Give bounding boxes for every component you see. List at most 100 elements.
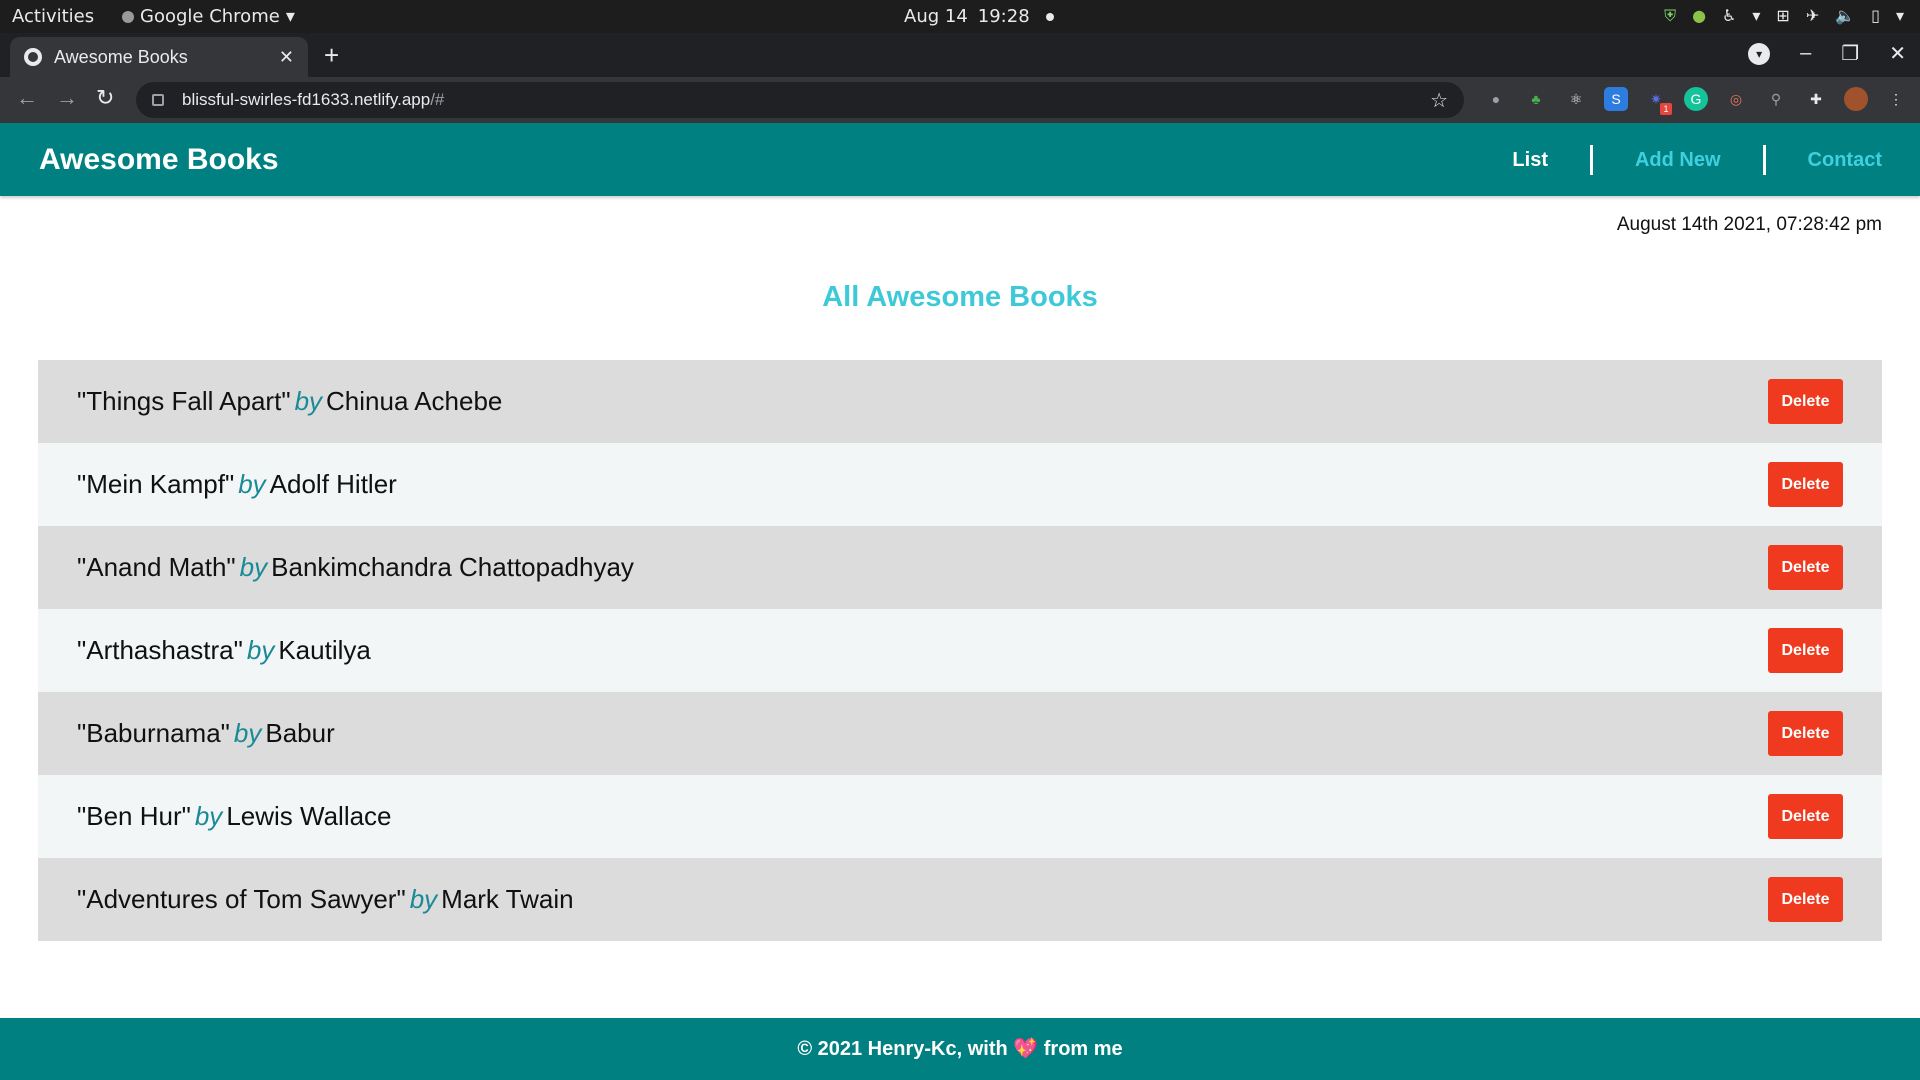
book-title: "Adventures of Tom Sawyer" [77,884,406,914]
book-title: "Things Fall Apart" [77,386,291,416]
book-list: "Things Fall Apart" by Chinua Achebe Delete… [38,360,1882,941]
tree-extension-icon[interactable]: ♣ [1524,87,1548,111]
clock[interactable]: Aug 14 19:28 [904,6,1054,27]
url-path: /# [430,90,445,109]
tab-title: Awesome Books [54,46,188,67]
book-row: "Baburnama" by Babur Delete [38,692,1882,775]
volume-icon[interactable]: 🔈 [1835,6,1855,26]
shield-icon[interactable]: ⛨ [1664,6,1676,26]
delete-button[interactable]: Delete [1768,545,1843,590]
bookmark-star-icon[interactable]: ☆ [1430,88,1448,113]
by-label: by [238,469,266,499]
airplane-icon[interactable]: ✈ [1806,6,1819,26]
by-label: by [294,386,323,416]
nav-divider [1589,145,1593,175]
book-title: "Anand Math" [77,552,236,582]
book-row: "Arthashastra" by Kautilya Delete [38,609,1882,692]
tab-search-icon[interactable]: ▾ [1748,42,1771,65]
window-controls: ▾ – ❐ ✕ [1748,41,1906,66]
restore-icon[interactable]: ❐ [1841,41,1859,66]
site-header: Awesome Books List Add New Contact [0,123,1920,196]
reload-icon[interactable]: ↻ [96,85,114,111]
chevron-down-icon: ▾ [285,6,295,27]
book-entry: "Baburnama" by Babur [77,718,335,749]
book-entry: "Ben Hur" by Lewis Wallace [77,801,392,832]
grammarly-icon[interactable]: G [1684,87,1708,111]
app-menu[interactable]: Google Chrome ▾ [122,6,295,27]
lock-icon[interactable] [152,94,164,106]
tab-awesome-books[interactable]: Awesome Books ✕ [10,37,308,77]
avatar[interactable] [1844,87,1868,111]
chrome-icon [122,10,134,23]
battery-icon[interactable]: ▯ [1871,6,1880,26]
accessibility-icon[interactable]: ♿ [1722,6,1736,26]
forward-arrow-icon[interactable]: → [56,85,78,111]
extensions-bar: ● ♣ ⚛ S ✷ 1 G ◎ ⚲ ✚ ⋮ [1484,87,1908,115]
new-tab-button[interactable]: + [324,41,339,69]
url-host: blissful-swirles-fd1633.netlify.app [182,90,431,109]
badge-extension-icon[interactable]: ✷ 1 [1644,87,1672,115]
react-devtools-icon[interactable]: ⚛ [1564,87,1588,111]
book-row: "Mein Kampf" by Adolf Hitler Delete [38,443,1882,526]
close-window-icon[interactable]: ✕ [1889,41,1906,66]
page-title: All Awesome Books [822,281,1098,313]
address-bar[interactable]: blissful-swirles-fd1633.netlify.app/# ☆ [136,82,1464,118]
main-nav: List Add New Contact [1512,145,1882,175]
s-extension-icon[interactable]: S [1604,87,1628,111]
book-row: "Adventures of Tom Sawyer" by Mark Twain De… [38,858,1882,941]
delete-button[interactable]: Delete [1768,794,1843,839]
wrench-icon[interactable]: ⚲ [1764,87,1788,111]
book-title: "Arthashastra" [77,635,243,665]
minimize-icon[interactable]: – [1800,42,1811,65]
footer-prefix: © 2021 Henry-Kc, with [797,1038,1008,1060]
delete-button[interactable]: Delete [1768,379,1843,424]
delete-button[interactable]: Delete [1768,462,1843,507]
notification-dot-icon [1045,12,1054,21]
book-title: "Mein Kampf" [77,469,235,499]
heart-icon: 💖 [1013,1038,1039,1060]
book-author: Lewis Wallace [226,801,392,831]
delete-button[interactable]: Delete [1768,711,1843,756]
activities-button[interactable]: Activities [12,6,94,27]
delete-button[interactable]: Delete [1768,877,1843,922]
book-row: "Ben Hur" by Lewis Wallace Delete [38,775,1882,858]
chevron-down-icon[interactable]: ▾ [1752,6,1760,26]
by-label: by [246,635,275,665]
book-author: Bankimchandra Chattopadhyay [271,552,634,582]
close-icon[interactable]: ✕ [279,47,294,68]
extension-icon[interactable]: ● [1484,87,1508,111]
globe-icon [24,48,42,66]
check-shield-icon[interactable]: ● [1692,6,1706,26]
brand-title: Awesome Books [39,143,279,176]
book-entry: "Adventures of Tom Sawyer" by Mark Twain [77,884,574,915]
nav-link-add-new[interactable]: Add New [1635,149,1721,172]
by-label: by [409,884,438,914]
book-author: Chinua Achebe [326,386,503,416]
kebab-menu-icon[interactable]: ⋮ [1884,87,1908,111]
book-row: "Things Fall Apart" by Chinua Achebe Delete [38,360,1882,443]
system-tray[interactable]: ⛨ ● ♿ ▾ ⊞ ✈ 🔈 ▯ ▾ [1664,6,1904,26]
network-icon[interactable]: ⊞ [1776,6,1789,26]
nav-link-contact[interactable]: Contact [1808,149,1882,172]
nav-link-list[interactable]: List [1512,149,1548,172]
book-entry: "Mein Kampf" by Adolf Hitler [77,469,397,500]
clock-date: Aug 14 [904,6,968,27]
system-top-bar: Activities Google Chrome ▾ Aug 14 19:28 … [0,0,1920,33]
chevron-down-icon[interactable]: ▾ [1896,6,1904,26]
book-title: "Baburnama" [77,718,230,748]
book-author: Babur [265,718,335,748]
nav-divider [1762,145,1766,175]
site-footer: © 2021 Henry-Kc, with 💖 from me [0,1018,1920,1080]
by-label: by [239,552,268,582]
back-arrow-icon[interactable]: ← [16,85,38,111]
delete-button[interactable]: Delete [1768,628,1843,673]
puzzle-icon[interactable]: ✚ [1804,87,1828,111]
footer-suffix: from me [1043,1038,1123,1060]
book-entry: "Arthashastra" by Kautilya [77,635,371,666]
eyes-extension-icon[interactable]: ◎ [1724,87,1748,111]
clock-time: 19:28 [977,6,1030,27]
book-entry: "Things Fall Apart" by Chinua Achebe [77,386,502,417]
by-label: by [194,801,223,831]
current-datetime: August 14th 2021, 07:28:42 pm [1616,214,1882,235]
tab-strip: Awesome Books ✕ + ▾ – ❐ ✕ [0,33,1920,77]
